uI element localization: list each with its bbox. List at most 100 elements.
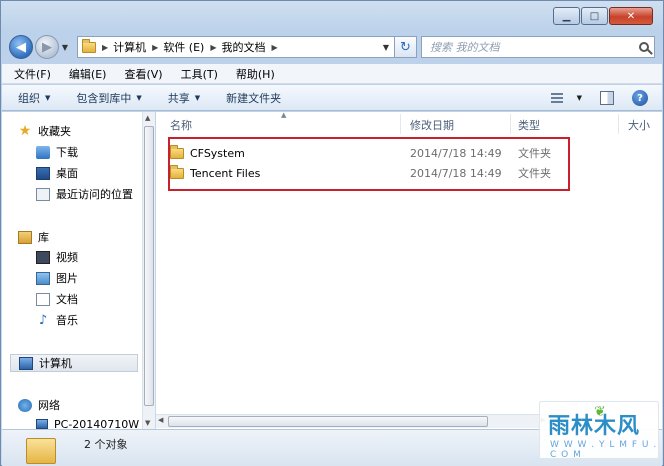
nav-item-pc[interactable]: PC-20140710W	[36, 415, 139, 429]
column-divider[interactable]	[618, 114, 619, 134]
refresh-icon: ↻	[400, 39, 411, 55]
recent-pages-dropdown[interactable]: ▼	[59, 43, 71, 52]
column-type[interactable]: 类型	[518, 117, 540, 133]
caption-buttons: ▁ □ ✕	[552, 7, 653, 25]
nav-favorites[interactable]: ★ 收藏夹	[18, 122, 71, 140]
forward-button[interactable]: ▶	[35, 35, 59, 59]
nav-item-label: 图片	[56, 272, 78, 285]
computer-icon	[36, 419, 48, 429]
include-in-library-button[interactable]: 包含到库中 ▼	[76, 90, 141, 106]
minimize-button[interactable]: ▁	[553, 7, 580, 25]
maximize-button[interactable]: □	[581, 7, 608, 25]
close-button[interactable]: ✕	[609, 7, 653, 25]
nav-item-desktop[interactable]: 桌面	[36, 164, 78, 182]
refresh-button[interactable]: ↻	[395, 36, 417, 58]
forward-arrow-icon: ▶	[42, 39, 52, 55]
desktop-icon	[36, 166, 50, 180]
menu-help[interactable]: 帮助(H)	[236, 66, 275, 82]
sort-arrow-icon: ▲	[281, 112, 287, 119]
breadcrumb-computer[interactable]: 计算机	[113, 39, 146, 55]
download-folder-icon	[36, 145, 50, 159]
item-count: 2 个对象	[84, 438, 128, 451]
scrollbar-thumb[interactable]	[144, 126, 154, 406]
menu-edit[interactable]: 编辑(E)	[69, 66, 107, 82]
nav-network[interactable]: 网络	[18, 396, 60, 414]
new-folder-button[interactable]: 新建文件夹	[226, 90, 281, 106]
nav-item-label: 最近访问的位置	[56, 188, 133, 201]
folder-icon	[26, 438, 56, 464]
nav-item-label: 下载	[56, 146, 78, 159]
music-note-icon: ♪	[38, 312, 48, 328]
leaf-icon: ❦	[594, 404, 606, 420]
organize-button[interactable]: 组织 ▼	[18, 90, 50, 106]
share-button[interactable]: 共享 ▼	[168, 90, 200, 106]
highlight-annotation	[168, 137, 570, 191]
search-icon[interactable]	[639, 42, 649, 52]
breadcrumb-drive[interactable]: 软件 (E)	[163, 39, 204, 55]
chevron-down-icon: ▼	[136, 93, 142, 102]
scroll-up-icon[interactable]: ▲	[145, 114, 150, 122]
organize-label: 组织	[18, 91, 40, 105]
nav-item-documents[interactable]: 文档	[36, 290, 78, 308]
nav-libraries[interactable]: 库	[18, 228, 49, 246]
column-name[interactable]: 名称	[170, 117, 192, 133]
back-button[interactable]: ◀	[9, 35, 33, 59]
chevron-right-icon[interactable]: ▶	[152, 43, 158, 52]
star-icon: ★	[18, 122, 32, 139]
breadcrumb-my-documents[interactable]: 我的文档	[222, 39, 266, 55]
address-bar[interactable]: ▶ 计算机 ▶ 软件 (E) ▶ 我的文档 ▶ ▼	[77, 36, 395, 58]
pictures-library-icon	[36, 271, 50, 285]
file-list: ▲ 名称 修改日期 类型 大小 CFSystem 2014/7/18 14:49…	[156, 112, 662, 429]
recent-places-icon	[36, 187, 50, 201]
nav-favorites-label: 收藏夹	[38, 125, 71, 138]
new-folder-label: 新建文件夹	[226, 91, 282, 105]
menu-tools[interactable]: 工具(T)	[181, 66, 218, 82]
scrollbar-thumb[interactable]	[168, 416, 488, 427]
nav-item-pictures[interactable]: 图片	[36, 269, 78, 287]
nav-libraries-label: 库	[38, 231, 49, 244]
column-divider[interactable]	[510, 114, 511, 134]
share-label: 共享	[167, 91, 190, 105]
nav-item-label: 桌面	[56, 167, 78, 180]
nav-item-label: PC-20140710W	[54, 417, 140, 430]
scroll-left-icon[interactable]: ◀	[158, 416, 163, 424]
horizontal-scrollbar[interactable]: ◀ ▶	[156, 414, 548, 428]
view-options-icon[interactable]	[550, 88, 571, 108]
nav-item-recent-places[interactable]: 最近访问的位置	[36, 185, 133, 203]
column-divider[interactable]	[400, 114, 401, 134]
command-bar-right: ▼ ?	[550, 88, 648, 108]
nav-computer[interactable]: 计算机	[10, 354, 138, 372]
include-in-library-label: 包含到库中	[76, 91, 132, 105]
search-input[interactable]: 搜索 我的文档	[421, 36, 655, 58]
nav-computer-label: 计算机	[39, 357, 72, 370]
explorer-window: ▁ □ ✕ ◀ ▶ ▼ ▶ 计算机 ▶ 软件 (E) ▶ 我的文档 ▶ ▼ ↻ …	[0, 0, 664, 466]
back-arrow-icon: ◀	[16, 39, 26, 55]
nav-item-videos[interactable]: 视频	[36, 248, 78, 266]
preview-pane-icon[interactable]	[600, 91, 614, 105]
navigation-pane: ★ 收藏夹 下载 桌面 最近访问的位置 库 视频 图片 文档 ♪ 音乐 计算机 …	[2, 112, 142, 429]
chevron-right-icon[interactable]: ▶	[102, 43, 108, 52]
nav-item-downloads[interactable]: 下载	[36, 143, 78, 161]
column-size[interactable]: 大小	[628, 117, 650, 133]
command-bar: 组织 ▼ 包含到库中 ▼ 共享 ▼ 新建文件夹 ▼ ?	[2, 85, 662, 111]
documents-library-icon	[36, 292, 50, 306]
help-icon[interactable]: ?	[632, 90, 648, 106]
navigation-scrollbar[interactable]: ▲ ▼	[142, 112, 155, 429]
menu-view[interactable]: 查看(V)	[124, 66, 162, 82]
menu-file[interactable]: 文件(F)	[14, 66, 51, 82]
video-library-icon	[36, 250, 50, 264]
chevron-right-icon[interactable]: ▶	[210, 43, 216, 52]
address-dropdown[interactable]: ▼	[378, 43, 394, 52]
chevron-down-icon: ▼	[194, 93, 201, 102]
search-placeholder: 搜索 我的文档	[430, 41, 500, 54]
scroll-down-icon[interactable]: ▼	[145, 419, 150, 427]
chevron-down-icon[interactable]: ▼	[577, 94, 582, 102]
watermark-logo: 雨林木风 ❦ W W W . Y L M F U . C O M	[539, 401, 659, 460]
column-header-row: ▲ 名称 修改日期 类型 大小	[156, 112, 662, 136]
column-date[interactable]: 修改日期	[410, 117, 454, 133]
network-icon	[18, 398, 32, 412]
nav-network-label: 网络	[38, 399, 60, 412]
computer-icon	[19, 356, 33, 370]
nav-item-music[interactable]: ♪ 音乐	[36, 311, 78, 329]
chevron-right-icon[interactable]: ▶	[272, 43, 278, 52]
